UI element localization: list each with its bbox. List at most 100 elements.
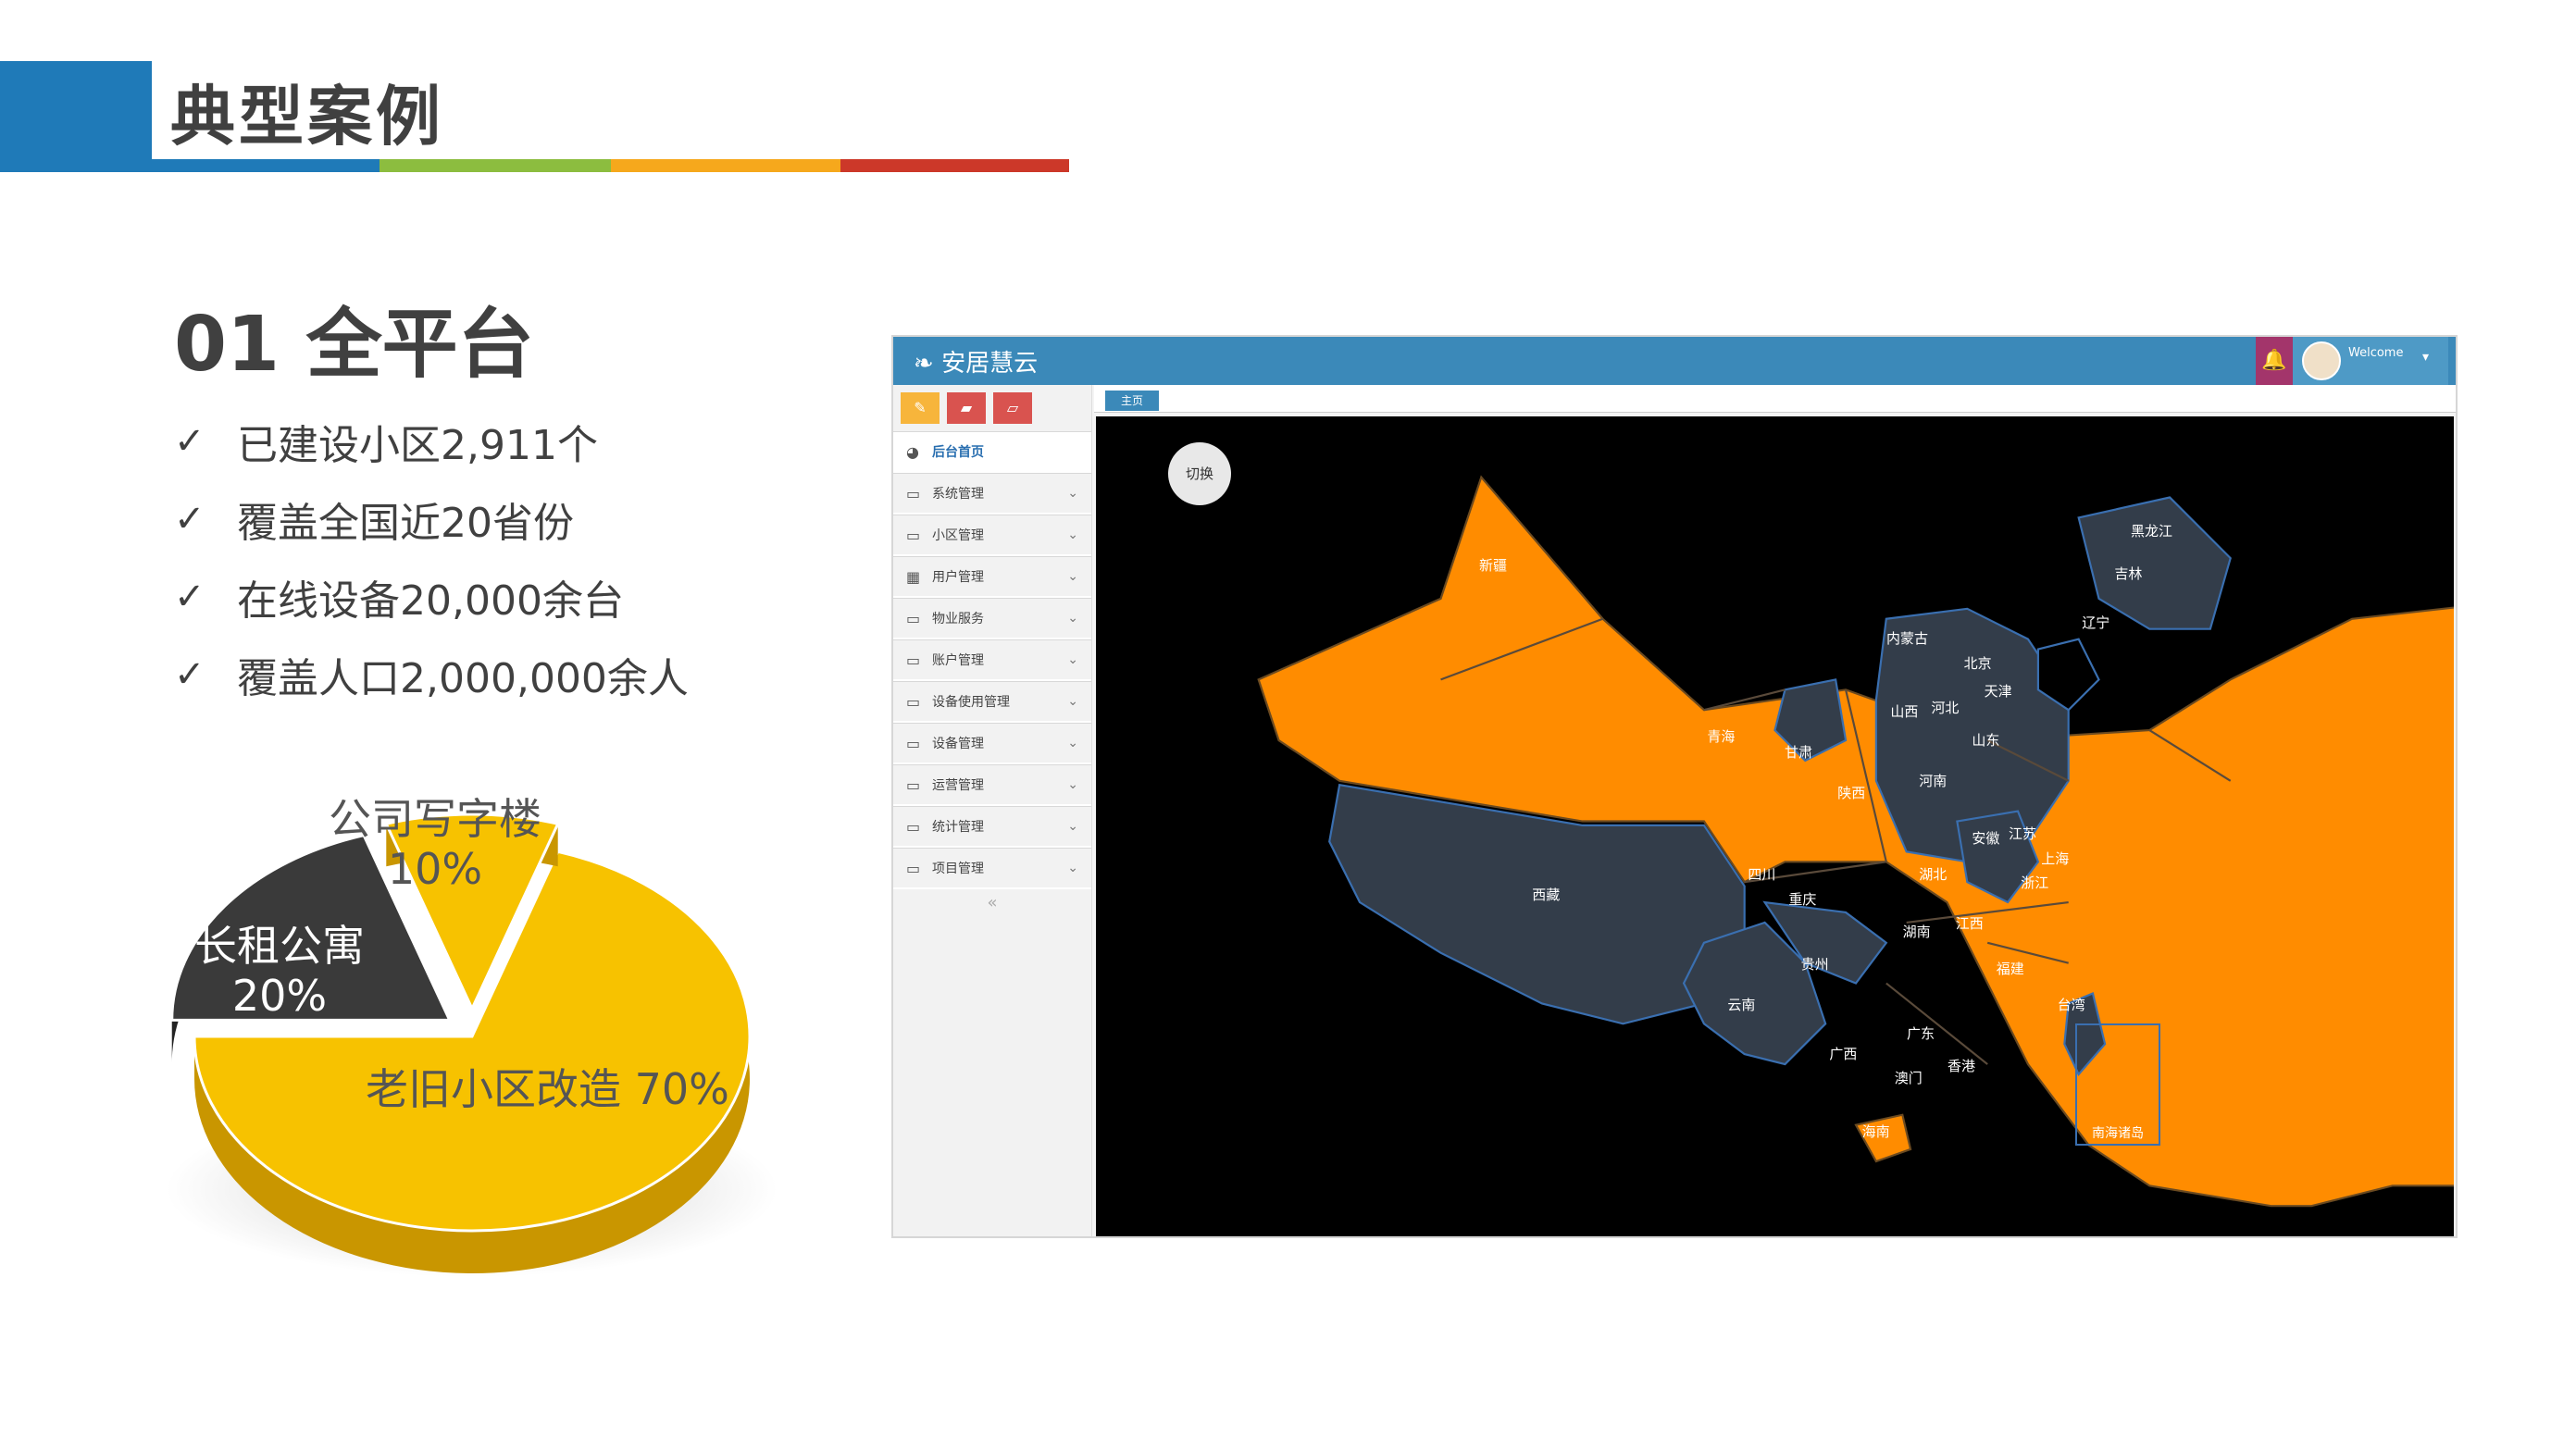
user-menu[interactable]: Welcome ▾	[2293, 337, 2448, 385]
bell-icon[interactable]: 🔔	[2256, 337, 2293, 385]
grid-icon: ▦	[906, 567, 921, 586]
map-label: 福建	[1996, 960, 2024, 977]
sidebar-item-label: 用户管理	[932, 570, 984, 585]
monitor-icon: ▭	[906, 817, 921, 836]
map-label: 天津	[1984, 683, 2012, 701]
chevron-down-icon: ⌄	[1067, 777, 1078, 792]
header-bar-orange	[611, 159, 840, 172]
app-logo-text: 安居慧云	[941, 350, 1039, 378]
map-label: 四川	[1748, 866, 1776, 884]
monitor-icon: ▭	[906, 734, 921, 752]
sidebar-item-property[interactable]: ▭ 物业服务 ⌄	[893, 598, 1091, 639]
shortcut-folder-open-button[interactable]: ▱	[993, 392, 1032, 424]
map-label: 山东	[1972, 732, 2000, 750]
map-label: 湖南	[1902, 924, 1931, 940]
leaf-icon: ❧	[914, 350, 942, 378]
pie-label-apartment-pct: 20%	[231, 971, 328, 1021]
chevron-down-icon: ⌄	[1067, 611, 1078, 626]
tab-bar: 主页	[1094, 385, 2456, 413]
shortcut-pencil-button[interactable]: ✎	[901, 392, 940, 424]
header-bar-green	[380, 159, 611, 172]
welcome-text: Welcome	[2348, 346, 2404, 360]
sidebar-item-devices[interactable]: ▭ 设备管理 ⌄	[893, 723, 1091, 764]
bullet-text: 覆盖全国近20省份	[237, 500, 574, 547]
map-label: 香港	[1948, 1058, 1976, 1075]
sidebar-item-label: 统计管理	[932, 820, 984, 835]
pie-label-apartment: 长租公寓 20%	[194, 921, 365, 1021]
switch-button[interactable]: 切换	[1168, 442, 1231, 505]
check-icon: ✓	[174, 653, 205, 696]
map-label: 湖北	[1919, 866, 1948, 884]
bullet-item: ✓ 已建设小区2,911个	[174, 403, 689, 480]
map-label: 北京	[1963, 654, 1992, 672]
map-label: 重庆	[1788, 890, 1817, 908]
map-region-heilongjiang-jilin[interactable]	[2077, 496, 2232, 630]
china-map-svg	[1257, 475, 2454, 1208]
sidebar-item-device-usage[interactable]: ▭ 设备使用管理 ⌄	[893, 681, 1091, 723]
collapse-sidebar-icon[interactable]: «	[893, 889, 1091, 917]
sidebar-item-dashboard[interactable]: ◕ 后台首页	[893, 431, 1091, 473]
sidebar-item-accounts[interactable]: ▭ 账户管理 ⌄	[893, 639, 1091, 681]
map-label: 河南	[1919, 773, 1948, 790]
sidebar-item-projects[interactable]: ▭ 项目管理 ⌄	[893, 848, 1091, 889]
map-label: 青海	[1707, 727, 1736, 745]
tab-home[interactable]: 主页	[1105, 391, 1159, 411]
map-label: 上海	[2041, 850, 2070, 867]
slide: 典型案例 01 全平台 ✓ 已建设小区2,911个 ✓ 覆盖全国近20省份 ✓ 在线设…	[0, 0, 2576, 1451]
dashboard-icon: ◕	[906, 442, 919, 461]
app-window: ❧ 安居慧云 🔔 Welcome ▾ ✎ ▰ ▱ ◕ 后台首页 ▭ 系统管理 ⌄ ▭ 小…	[891, 335, 2458, 1238]
chevron-down-icon: ⌄	[1067, 652, 1078, 667]
map-label: 广西	[1829, 1046, 1858, 1062]
bullet-item: ✓ 在线设备20,000余台	[174, 558, 689, 636]
monitor-icon: ▭	[906, 526, 921, 544]
map-label: 甘肃	[1785, 744, 1813, 762]
map-label: 云南	[1727, 997, 1756, 1014]
map-label: 陕西	[1837, 785, 1866, 802]
chevron-down-icon: ⌄	[1067, 694, 1078, 709]
pie-label-community: 老旧小区改造 70%	[366, 1064, 729, 1114]
check-icon: ✓	[174, 498, 205, 540]
sidebar-item-label: 后台首页	[932, 445, 984, 460]
check-icon: ✓	[174, 420, 205, 463]
sidebar-item-statistics[interactable]: ▭ 统计管理 ⌄	[893, 806, 1091, 848]
map-label: 河北	[1931, 700, 1960, 716]
map-label: 贵州	[1800, 956, 1829, 974]
chevron-down-icon: ⌄	[1067, 527, 1078, 542]
sidebar-item-label: 项目管理	[932, 862, 984, 876]
map-label: 台湾	[2057, 997, 2085, 1014]
map-label: 辽宁	[2082, 614, 2110, 631]
sidebar-item-operations[interactable]: ▭ 运营管理 ⌄	[893, 764, 1091, 806]
map-label: 海南	[1861, 1122, 1890, 1140]
south-china-sea-label: 南海诸岛	[2092, 1126, 2144, 1141]
bullet-text: 在线设备20,000余台	[237, 577, 624, 625]
chevron-down-icon: ⌄	[1067, 569, 1078, 584]
page-title: 典型案例	[170, 79, 444, 155]
bullet-list: ✓ 已建设小区2,911个 ✓ 覆盖全国近20省份 ✓ 在线设备20,000余台 ✓ 覆…	[174, 403, 689, 713]
sidebar-item-community[interactable]: ▭ 小区管理 ⌄	[893, 515, 1091, 556]
sidebar-item-users[interactable]: ▦ 用户管理 ⌄	[893, 556, 1091, 598]
check-icon: ✓	[174, 576, 205, 618]
sidebar: ✎ ▰ ▱ ◕ 后台首页 ▭ 系统管理 ⌄ ▭ 小区管理 ⌄ ▦ 用户管理 ⌄ ▭ 物业服务 ⌄ …	[893, 385, 1092, 1236]
header-bar-red	[840, 159, 1069, 172]
monitor-icon: ▭	[906, 651, 921, 669]
map-label: 吉林	[2114, 564, 2143, 582]
sidebar-shortcuts: ✎ ▰ ▱	[893, 385, 1091, 431]
map-label: 山西	[1890, 703, 1919, 721]
map-label: 黑龙江	[2131, 522, 2173, 539]
map-label: 广东	[1907, 1025, 1935, 1042]
bullet-item: ✓ 覆盖人口2,000,000余人	[174, 636, 689, 713]
sidebar-item-system[interactable]: ▭ 系统管理 ⌄	[893, 473, 1091, 515]
sidebar-item-label: 物业服务	[932, 612, 984, 626]
monitor-icon: ▭	[906, 484, 921, 502]
china-map: 切换 新疆 西藏 青海 甘肃 内蒙古 黑龙江 黑龙江 吉林 辽宁 北京 天津 河…	[1096, 416, 2454, 1236]
map-label: 安徽	[1972, 829, 2000, 847]
monitor-icon: ▭	[906, 775, 921, 794]
bullet-text: 覆盖人口2,000,000余人	[237, 655, 689, 702]
sidebar-item-label: 系统管理	[932, 487, 984, 502]
shortcut-folder-button[interactable]: ▰	[947, 392, 986, 424]
header-accent-block	[0, 61, 152, 172]
chevron-down-icon: ⌄	[1067, 819, 1078, 834]
bullet-text: 已建设小区2,911个	[237, 422, 598, 469]
header-bar-blue	[0, 159, 380, 172]
app-logo[interactable]: ❧ 安居慧云	[914, 344, 1038, 378]
